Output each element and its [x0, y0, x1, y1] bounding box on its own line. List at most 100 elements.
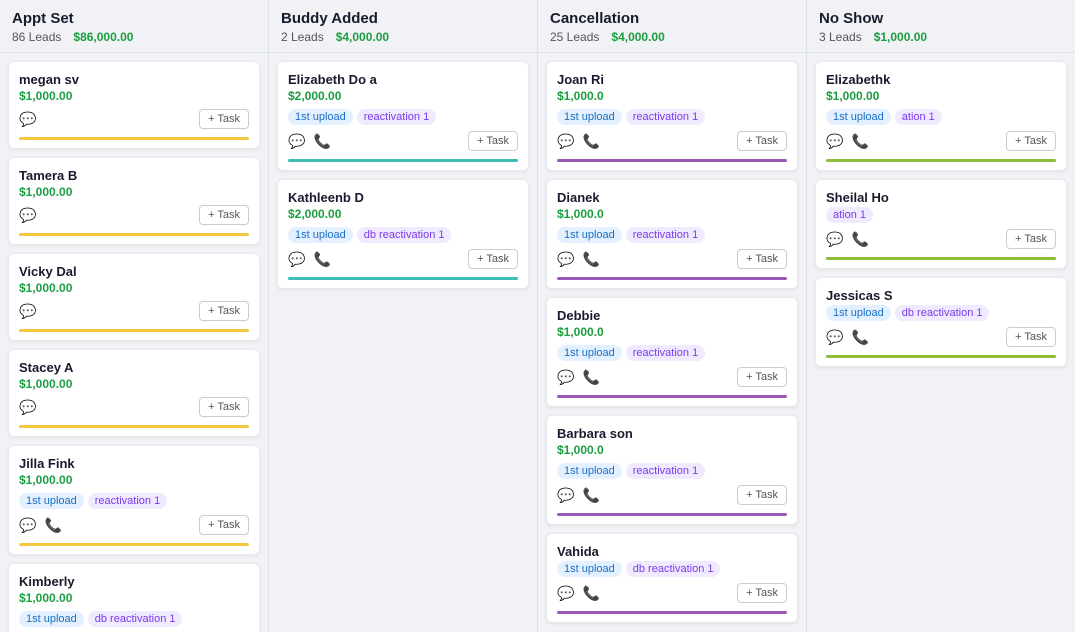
chat-icon[interactable]: 💬	[557, 585, 574, 602]
card-footer: 💬📞+ Task	[557, 249, 787, 269]
phone-icon[interactable]: 📞	[313, 133, 330, 150]
card-tags: 1st uploaddb reactivation 1	[557, 561, 787, 577]
chat-icon[interactable]: 💬	[557, 251, 574, 268]
task-button[interactable]: + Task	[737, 249, 787, 269]
chat-icon[interactable]: 💬	[19, 517, 36, 534]
card-icons: 💬	[19, 111, 36, 128]
card-divider	[557, 395, 787, 398]
phone-icon[interactable]: 📞	[851, 231, 868, 248]
card-icons: 💬📞	[826, 329, 869, 346]
card-divider	[19, 329, 249, 332]
chat-icon[interactable]: 💬	[557, 369, 574, 386]
card-icons: 💬📞	[288, 251, 331, 268]
task-button[interactable]: + Task	[1006, 327, 1056, 347]
card-amount: $1,000.0	[557, 89, 787, 103]
card-tags: 1st uploadreactivation 1	[19, 493, 249, 509]
tag: 1st upload	[19, 611, 84, 627]
task-button[interactable]: + Task	[468, 131, 518, 151]
chat-icon[interactable]: 💬	[826, 133, 843, 150]
card-amount: $1,000.00	[19, 281, 249, 295]
card-amount: $1,000.00	[826, 89, 1056, 103]
phone-icon[interactable]: 📞	[582, 369, 599, 386]
chat-icon[interactable]: 💬	[19, 399, 36, 416]
card-amount: $1,000.0	[557, 443, 787, 457]
card: Stacey A$1,000.00💬+ Task	[8, 349, 260, 437]
column-title-no-show: No Show	[819, 10, 1063, 27]
tag: 1st upload	[557, 109, 622, 125]
card-name: megan sv	[19, 72, 249, 87]
chat-icon[interactable]: 💬	[826, 329, 843, 346]
phone-icon[interactable]: 📞	[851, 133, 868, 150]
card: Jilla Fink$1,000.001st uploadreactivatio…	[8, 445, 260, 555]
task-button[interactable]: + Task	[1006, 229, 1056, 249]
chat-icon[interactable]: 💬	[826, 231, 843, 248]
card-footer: 💬 📞 + Task	[826, 229, 1056, 249]
phone-icon[interactable]: 📞	[582, 133, 599, 150]
tag: db reactivation 1	[895, 305, 990, 321]
chat-icon[interactable]: 💬	[557, 487, 574, 504]
tag: reactivation 1	[626, 227, 705, 243]
task-button[interactable]: + Task	[737, 485, 787, 505]
task-button[interactable]: + Task	[199, 515, 249, 535]
phone-icon[interactable]: 📞	[582, 487, 599, 504]
card-icons: 💬📞	[826, 133, 869, 150]
task-button[interactable]: + Task	[199, 301, 249, 321]
card-name: Elizabethk	[826, 72, 1056, 87]
column-header-no-show: No Show 3 Leads$1,000.00	[807, 0, 1075, 53]
card-icons: 💬📞	[557, 251, 600, 268]
task-button[interactable]: + Task	[737, 131, 787, 151]
card-footer: 💬 📞 + Task	[557, 131, 787, 151]
card-amount: $1,000.00	[19, 89, 249, 103]
card-amount: $2,000.00	[288, 207, 518, 221]
tag: db reactivation 1	[88, 611, 183, 627]
tag: reactivation 1	[357, 109, 436, 125]
phone-icon[interactable]: 📞	[44, 517, 61, 534]
tag: reactivation 1	[88, 493, 167, 509]
card-tags: 1st uploaddb reactivation 1	[826, 305, 1056, 321]
column-buddy-added: Buddy Added2 Leads$4,000.00Elizabeth Do …	[269, 0, 538, 632]
column-meta-no-show: 3 Leads$1,000.00	[819, 30, 1063, 44]
task-button[interactable]: + Task	[737, 367, 787, 387]
card-divider	[557, 159, 787, 162]
kanban-board: Appt Set86 Leads$86,000.00megan sv$1,000…	[0, 0, 1075, 632]
card: Vahida1st uploaddb reactivation 1💬📞+ Tas…	[546, 533, 798, 623]
task-button[interactable]: + Task	[199, 397, 249, 417]
card-icons: 💬📞	[557, 487, 600, 504]
phone-icon[interactable]: 📞	[582, 585, 599, 602]
card: Elizabethk$1,000.001st uploadation 1💬📞+ …	[815, 61, 1067, 171]
chat-icon[interactable]: 💬	[19, 303, 36, 320]
tag: reactivation 1	[626, 109, 705, 125]
chat-icon[interactable]: 💬	[19, 207, 36, 224]
phone-icon[interactable]: 📞	[313, 251, 330, 268]
column-body-appt-set: megan sv $1,000.00 💬 + Task Tamera B $1,000.0…	[0, 53, 268, 632]
card-amount: $2,000.00	[288, 89, 518, 103]
column-header-cancellation: Cancellation25 Leads$4,000.00	[538, 0, 806, 53]
card: Vicky Dal$1,000.00💬+ Task	[8, 253, 260, 341]
tag: 1st upload	[826, 305, 891, 321]
phone-icon[interactable]: 📞	[582, 251, 599, 268]
card-tags: 1st uploadation 1	[826, 109, 1056, 125]
task-button[interactable]: + Task	[468, 249, 518, 269]
leads-count-cancellation: 25 Leads	[550, 30, 599, 44]
card-footer: 💬 📞 + Task	[19, 515, 249, 535]
chat-icon[interactable]: 💬	[557, 133, 574, 150]
task-button[interactable]: + Task	[737, 583, 787, 603]
card-divider	[826, 355, 1056, 358]
leads-amount-buddy-added: $4,000.00	[336, 30, 389, 44]
card-name: Tamera B	[19, 168, 249, 183]
tag: ation 1	[826, 207, 873, 223]
chat-icon[interactable]: 💬	[19, 111, 36, 128]
card-divider	[19, 543, 249, 546]
card-footer: 💬 + Task	[19, 205, 249, 225]
task-button[interactable]: + Task	[199, 205, 249, 225]
card-icons: 💬📞	[557, 585, 600, 602]
card: Kathleenb D$2,000.001st uploaddb reactiv…	[277, 179, 529, 289]
card-amount: $1,000.00	[19, 377, 249, 391]
chat-icon[interactable]: 💬	[288, 251, 305, 268]
card-footer: 💬 + Task	[19, 397, 249, 417]
phone-icon[interactable]: 📞	[851, 329, 868, 346]
task-button[interactable]: + Task	[1006, 131, 1056, 151]
task-button[interactable]: + Task	[199, 109, 249, 129]
chat-icon[interactable]: 💬	[288, 133, 305, 150]
card-tags: 1st uploaddb reactivation 1	[19, 611, 249, 627]
